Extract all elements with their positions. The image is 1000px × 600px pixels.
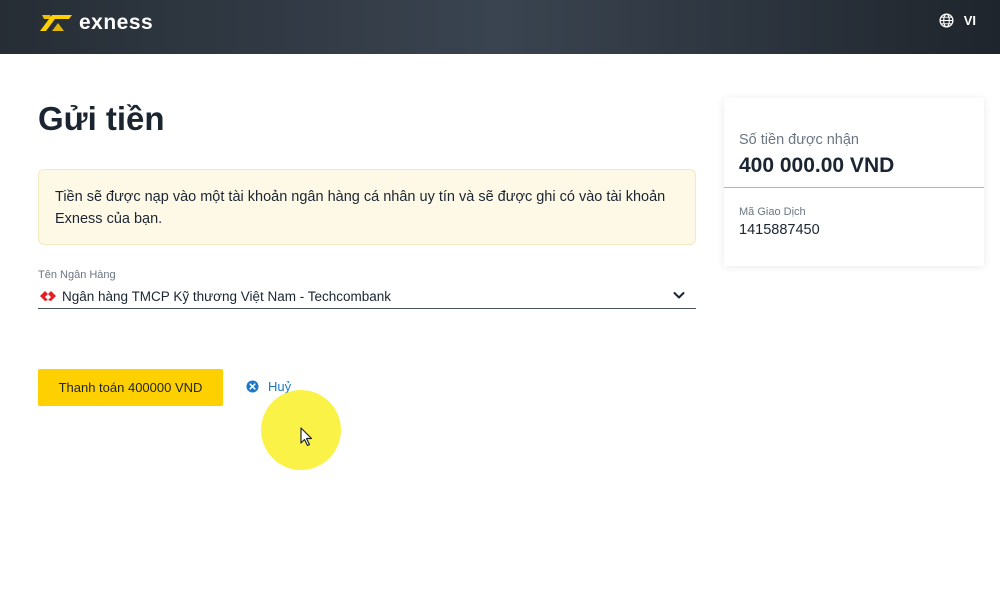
exness-logo-icon xyxy=(40,15,72,31)
globe-icon xyxy=(939,13,954,28)
transaction-id-value: 1415887450 xyxy=(739,222,820,238)
bank-select-dropdown[interactable]: Ngân hàng TMCP Kỹ thương Việt Nam - Tech… xyxy=(38,284,696,309)
brand-name: exness xyxy=(79,11,154,34)
language-selector[interactable]: VI xyxy=(939,13,976,28)
selected-bank-name: Ngân hàng TMCP Kỹ thương Việt Nam - Tech… xyxy=(62,288,392,304)
cancel-link[interactable]: Huỷ xyxy=(246,379,291,394)
techcombank-logo-icon xyxy=(40,291,56,301)
info-notice: Tiền sẽ được nạp vào một tài khoản ngân … xyxy=(38,169,696,245)
notice-text-line-2: Exness của bạn. xyxy=(55,211,163,227)
top-navigation-bar: exness VI xyxy=(0,0,1000,54)
exness-logo[interactable]: exness xyxy=(38,10,153,36)
notice-text-line-1: Tiền sẽ được nạp vào một tài khoản ngân … xyxy=(55,189,666,205)
deposit-summary-card: Số tiền được nhận 400 000.00 VND Mã Giao… xyxy=(724,98,984,266)
received-amount-label: Số tiền được nhận xyxy=(739,132,859,148)
mouse-pointer-icon xyxy=(300,427,313,447)
page-title: Gửi tiền xyxy=(38,100,165,137)
received-amount-value: 400 000.00 VND xyxy=(739,154,895,177)
chevron-down-icon[interactable] xyxy=(672,288,686,302)
summary-amount-section: Số tiền được nhận 400 000.00 VND xyxy=(724,98,984,188)
transaction-id-label: Mã Giao Dịch xyxy=(739,206,806,218)
pay-button[interactable]: Thanh toán 400000 VND xyxy=(38,369,223,406)
close-circle-icon xyxy=(246,380,259,393)
language-code: VI xyxy=(963,13,976,28)
bank-field-label: Tên Ngân Hàng xyxy=(38,269,116,281)
